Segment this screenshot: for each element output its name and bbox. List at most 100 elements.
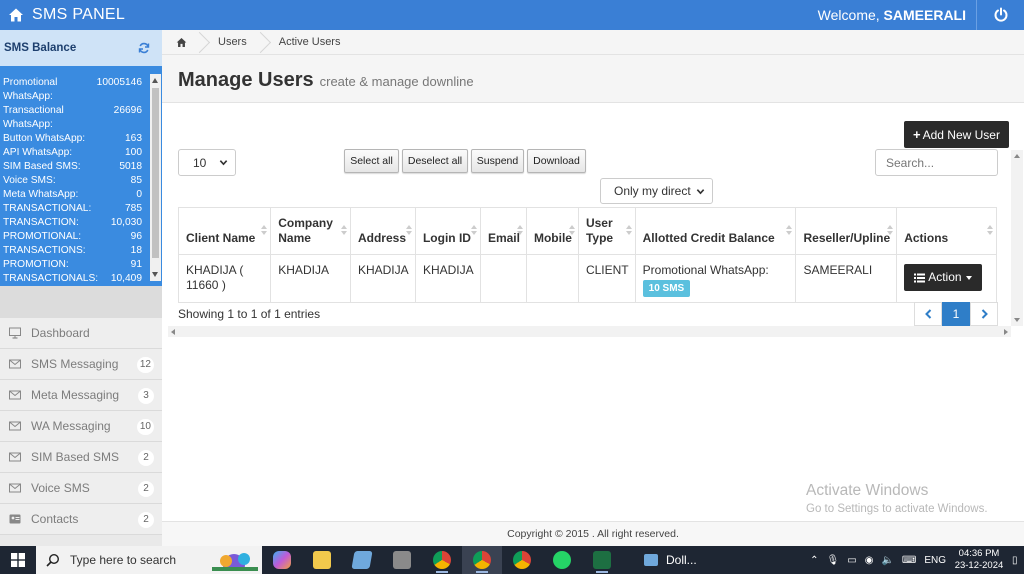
action-dropdown-button[interactable]: Action: [904, 264, 982, 291]
sidebar-item-sim-based-sms[interactable]: SIM Based SMS 2: [0, 442, 162, 473]
sidebar-item-sms-messaging[interactable]: SMS Messaging 12: [0, 349, 162, 380]
taskbar-whatsapp[interactable]: [542, 546, 582, 574]
credit-label: Promotional WhatsApp:: [642, 263, 769, 277]
envelope-icon: [9, 452, 21, 462]
scroll-left-arrow-icon[interactable]: [171, 329, 175, 335]
copilot-icon: [273, 551, 291, 569]
start-button[interactable]: [0, 546, 36, 574]
download-button[interactable]: Download: [527, 149, 586, 173]
count-badge: 2: [138, 481, 154, 497]
sidebar-item-wa-messaging[interactable]: WA Messaging 10: [0, 411, 162, 442]
balance-value: 91: [130, 259, 142, 270]
taskbar-chrome-profile-1[interactable]: [422, 546, 462, 574]
balance-label: PROMOTION:: [3, 259, 69, 270]
breadcrumb-separator: [200, 30, 210, 55]
header-label: Allotted Credit Balance: [642, 231, 775, 245]
scroll-up-arrow-icon[interactable]: [1014, 154, 1020, 158]
taskbar-chrome-profile-2[interactable]: [462, 546, 502, 574]
taskbar-notes-app[interactable]: [342, 546, 382, 574]
header-label: Reseller/Upline: [803, 231, 891, 245]
add-new-user-button[interactable]: + Add New User: [904, 121, 1009, 148]
balance-label: TRANSACTION:: [3, 217, 79, 228]
column-header-address[interactable]: Address: [349, 207, 416, 255]
header-label: Company: [278, 216, 333, 230]
column-header-allotted-credit-balance[interactable]: Allotted Credit Balance: [634, 207, 797, 255]
notification-icon[interactable]: ▯: [1012, 555, 1020, 566]
sidebar-item-voice-sms[interactable]: Voice SMS 2: [0, 473, 162, 504]
select-all-button[interactable]: Select all: [344, 149, 399, 173]
scroll-down-arrow-icon[interactable]: [152, 272, 158, 277]
brand[interactable]: SMS PANEL: [0, 6, 125, 24]
language-indicator[interactable]: ENG: [924, 555, 946, 566]
logout-button[interactable]: [976, 0, 1024, 30]
sidebar-item-dashboard[interactable]: Dashboard: [0, 318, 162, 349]
balance-scrollbar[interactable]: [150, 74, 161, 281]
search-input[interactable]: Search...: [875, 149, 998, 176]
breadcrumb: Users Active Users: [162, 30, 1024, 55]
welcome-user[interactable]: Welcome, SAMEERALI: [818, 0, 966, 30]
header-label: Client Name: [186, 231, 256, 245]
table-horizontal-scrollbar[interactable]: [168, 326, 1011, 337]
sms-balance-list[interactable]: Promotional 10005146 WhatsApp: Transactio…: [0, 66, 162, 286]
taskbar-search-input[interactable]: Type here to search: [36, 546, 262, 574]
balance-value: 10,409: [110, 273, 142, 284]
balance-row: Promotional 10005146: [3, 76, 142, 90]
column-header-client-name[interactable]: Client Name: [177, 207, 272, 255]
count-badge: 12: [136, 357, 154, 373]
next-page-button[interactable]: [970, 302, 998, 326]
sort-icon: [471, 225, 477, 237]
display-icon[interactable]: ▭: [847, 555, 856, 566]
suspend-button[interactable]: Suspend: [471, 149, 524, 173]
cell-credit-balance: Promotional WhatsApp: 10 SMS: [634, 254, 797, 303]
watermark-subtitle: Go to Settings to activate Windows.: [806, 503, 988, 515]
column-header-actions[interactable]: Actions: [896, 207, 997, 255]
balance-label: PROMOTIONAL:: [3, 231, 82, 242]
table-vertical-scrollbar[interactable]: [1011, 150, 1023, 326]
page-button[interactable]: 1: [942, 302, 970, 326]
page-title: Manage Users: [178, 69, 314, 91]
chevron-up-icon[interactable]: ⌃: [810, 555, 818, 566]
notes-icon: [351, 551, 373, 569]
taskbar-calculator[interactable]: [382, 546, 422, 574]
keyboard-icon[interactable]: ⌨: [902, 555, 916, 566]
column-header-email[interactable]: Email: [479, 207, 527, 255]
downline-filter-select[interactable]: Only my direct: [600, 178, 713, 204]
column-header-login-id[interactable]: Login ID: [414, 207, 481, 255]
client-name-line: KHADIJA (: [186, 263, 244, 277]
taskbar-excel[interactable]: [582, 546, 622, 574]
scroll-down-arrow-icon[interactable]: [1014, 318, 1020, 322]
microphone-icon[interactable]: 🎙: [827, 555, 840, 566]
sidebar-item-meta-messaging[interactable]: Meta Messaging 3: [0, 380, 162, 411]
column-header-reseller-upline[interactable]: Reseller/Upline: [795, 207, 898, 255]
balance-value: 785: [125, 203, 142, 214]
volume-icon[interactable]: 🔈: [881, 555, 893, 566]
balance-row: TRANSACTIONALS: 10,409: [3, 272, 142, 286]
pagination: 1: [914, 302, 998, 326]
prev-page-button[interactable]: [914, 302, 942, 326]
folder-icon: [313, 551, 331, 569]
sort-icon: [987, 225, 993, 237]
column-header-company-name[interactable]: Company Name: [270, 207, 351, 255]
taskbar-copilot[interactable]: [262, 546, 302, 574]
sidebar: SMS Balance Promotional 10005146 WhatsApp…: [0, 30, 162, 546]
refresh-icon[interactable]: [138, 42, 150, 54]
network-icon[interactable]: ◉: [865, 555, 874, 566]
deselect-all-button[interactable]: Deselect all: [402, 149, 468, 173]
scroll-up-arrow-icon[interactable]: [152, 78, 158, 83]
column-header-mobile[interactable]: Mobile: [525, 207, 579, 255]
scroll-thumb[interactable]: [152, 88, 159, 258]
scroll-right-arrow-icon[interactable]: [1004, 329, 1008, 335]
clock-date: 23-12-2024: [954, 560, 1004, 571]
sidebar-item-contacts[interactable]: Contacts 2: [0, 504, 162, 535]
taskbar-file-explorer[interactable]: [302, 546, 342, 574]
taskbar-chrome-profile-3[interactable]: [502, 546, 542, 574]
windows-taskbar: Type here to search Doll... ⌃ 🎙 ▭ ◉ 🔈 ⌨ …: [0, 546, 1024, 574]
page-length-select[interactable]: 10: [178, 149, 236, 176]
balance-row: Button WhatsApp: 163: [3, 132, 142, 146]
breadcrumb-separator: [261, 30, 271, 55]
taskbar-clock[interactable]: 04:36 PM 23-12-2024: [950, 548, 1008, 572]
contact-card-icon: [9, 514, 21, 524]
taskbar-search-placeholder: Type here to search: [70, 553, 177, 567]
column-header-user-type[interactable]: User Type: [577, 207, 636, 255]
taskbar-weather-widget[interactable]: Doll...: [644, 553, 697, 567]
